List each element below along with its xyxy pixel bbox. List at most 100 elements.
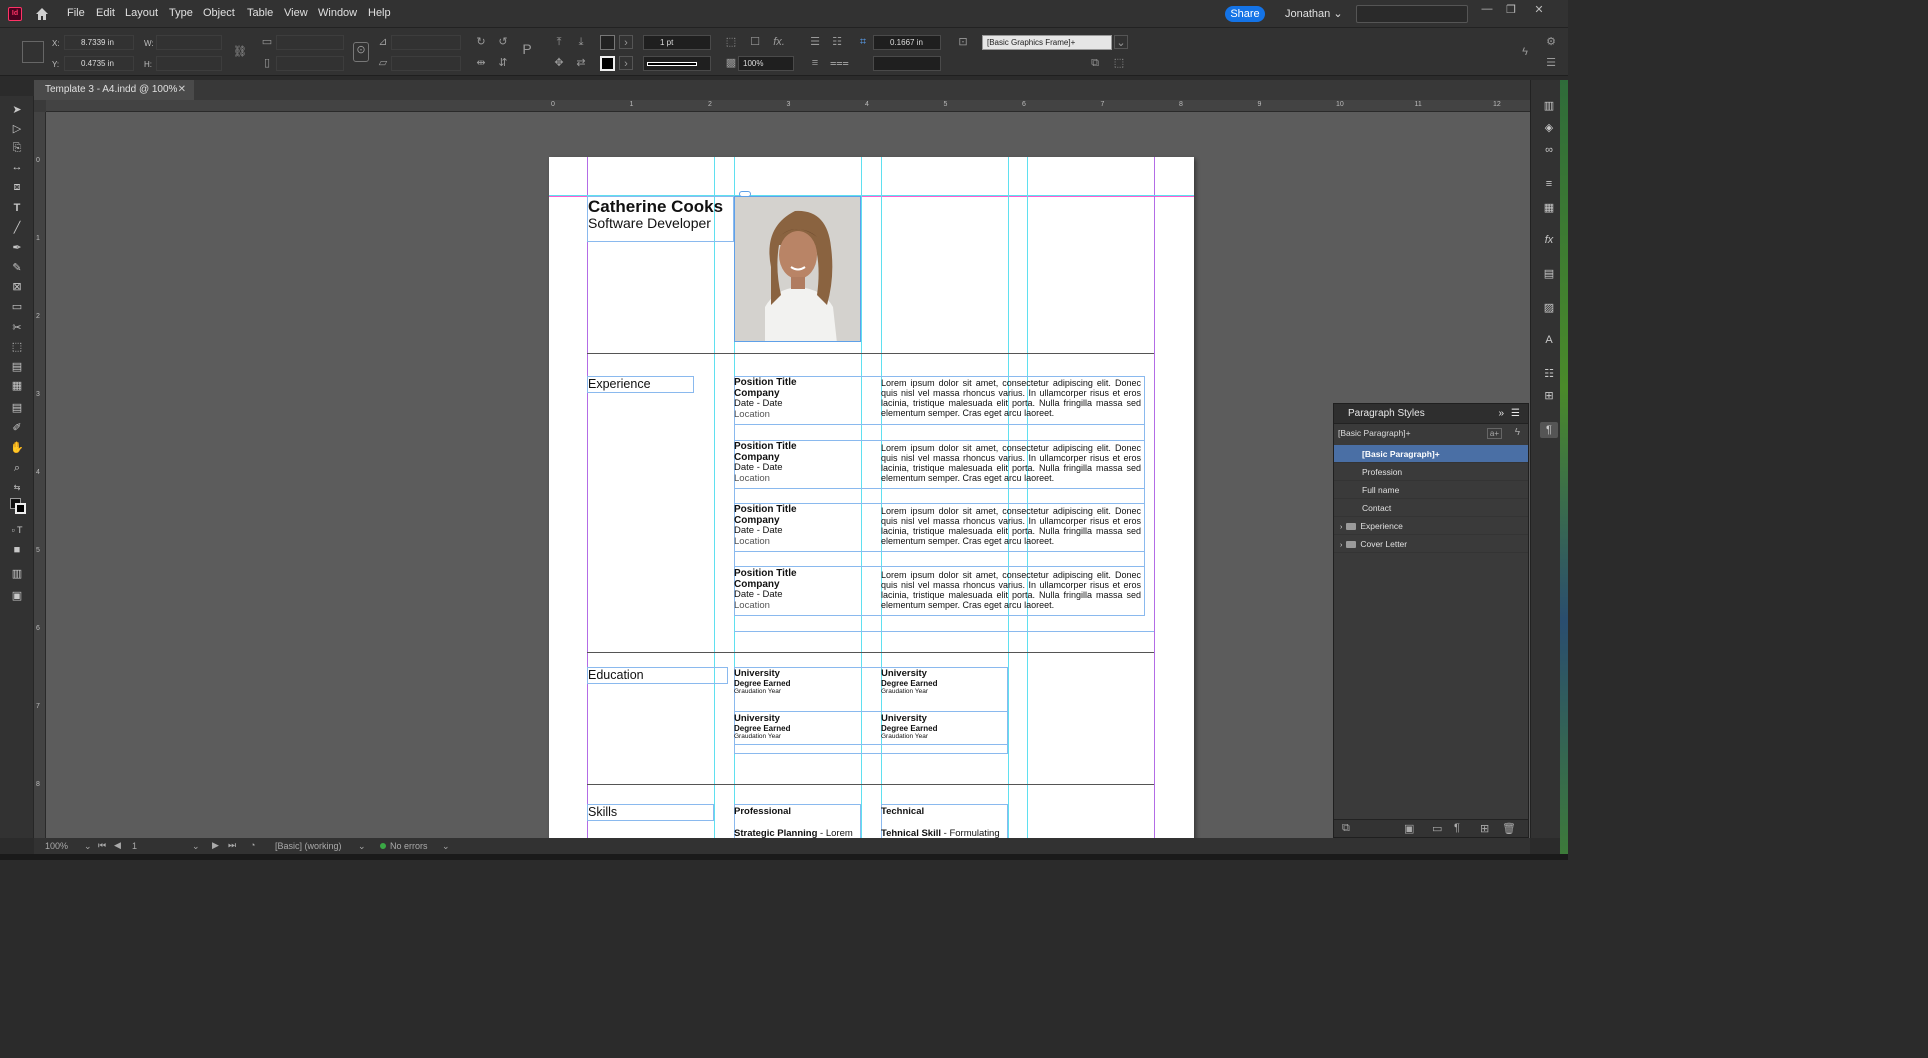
skill-item[interactable]: Tehnical Skill - Formulating [881, 828, 1000, 838]
link-scale-icon[interactable]: ⊙ [353, 42, 369, 62]
rectangle-frame-tool-icon[interactable]: ⊠ [8, 279, 26, 295]
text-wrap-panel-icon[interactable]: ▨ [1540, 300, 1558, 316]
scale-x-icon[interactable]: ▭ [260, 35, 274, 49]
page-number[interactable]: 1 [132, 841, 137, 851]
collapse-panel-icon[interactable]: » [1498, 404, 1504, 424]
scale-x-field[interactable] [276, 35, 344, 50]
fit-frame-icon[interactable]: ⬚ [724, 35, 738, 49]
prev-page-icon[interactable]: ◀ [114, 840, 121, 851]
hand-tool-icon[interactable]: ✋ [8, 440, 26, 456]
panel-menu-icon[interactable]: ☰ [1544, 56, 1558, 70]
eyedropper-tool-icon[interactable]: ✐ [8, 420, 26, 436]
search-input[interactable] [1356, 5, 1468, 23]
flip-horizontal-icon[interactable]: ⇹ [474, 56, 488, 70]
flip-vertical-icon[interactable]: ⇵ [496, 56, 510, 70]
frame-fitting-icon[interactable]: ⊡ [956, 35, 970, 49]
vertical-ruler[interactable]: 0 1 2 3 4 5 6 7 8 [34, 112, 46, 838]
menu-table[interactable]: Table [247, 7, 273, 19]
quick-apply-lightning-icon[interactable]: ϟ [1515, 427, 1520, 438]
content-collector-icon[interactable]: ⧈ [8, 179, 26, 195]
user-menu[interactable]: Jonathan ⌄ [1285, 7, 1343, 20]
object-style-dropdown-icon[interactable]: ⌄ [1114, 35, 1128, 49]
new-folder-icon[interactable]: ▭ [1432, 822, 1442, 835]
shear-angle-icon[interactable]: ▱ [376, 56, 390, 70]
links-panel-icon[interactable]: ∞ [1540, 142, 1558, 158]
education-heading[interactable]: Education [588, 668, 644, 682]
pencil-tool-icon[interactable]: ✎ [8, 260, 26, 276]
effects-panel-icon[interactable]: fx [1540, 232, 1558, 248]
reference-point-icon[interactable] [22, 41, 44, 63]
character-panel-icon[interactable]: A [1540, 332, 1558, 348]
preflight-profile[interactable]: [Basic] (working) [275, 841, 342, 851]
menu-file[interactable]: File [67, 7, 85, 19]
selection-tool-icon[interactable]: ➤ [8, 102, 26, 118]
style-profession[interactable]: Profession [1334, 463, 1528, 481]
pasteboard[interactable]: Catherine Cooks Software Developer Exper… [46, 112, 1530, 838]
education-entry[interactable]: University Degree Earned Graudation Year [881, 668, 937, 696]
align-center-icon[interactable]: ≡ [808, 56, 822, 70]
style-contact[interactable]: Contact [1334, 499, 1528, 517]
menu-help[interactable]: Help [368, 7, 391, 19]
rotate-cw-icon[interactable]: ↻ [474, 35, 488, 49]
table-panel-icon[interactable]: ⊞ [1540, 388, 1558, 404]
rotate-angle-field[interactable] [391, 35, 461, 50]
link-icon[interactable] [739, 191, 751, 197]
minimize-icon[interactable]: — [1478, 3, 1496, 17]
line-tool-icon[interactable]: ╱ [8, 220, 26, 236]
x-field[interactable]: 8.7339 in [64, 35, 134, 50]
style-group-icon[interactable]: ▣ [1404, 822, 1414, 835]
scale-y-field[interactable] [276, 56, 344, 71]
h-field[interactable] [156, 56, 222, 71]
screen-mode-icon[interactable]: ▥ [8, 566, 26, 582]
stroke-panel-icon[interactable]: ≡ [1540, 176, 1558, 192]
style-group-experience[interactable]: › Experience [1334, 517, 1528, 535]
delete-style-icon[interactable]: 🗑 [1502, 822, 1516, 835]
y-field[interactable]: 0.4735 in [64, 56, 134, 71]
gradient-swatch-tool-icon[interactable]: ▤ [8, 359, 26, 375]
effects-icon[interactable]: fx. [772, 35, 786, 49]
distribute-icon[interactable]: ☷ [830, 35, 844, 49]
chevron-down-icon[interactable]: ⌄ [358, 841, 366, 852]
note-tool-icon[interactable]: ▤ [8, 400, 26, 416]
free-transform-tool-icon[interactable]: ⬚ [8, 339, 26, 355]
opacity-icon[interactable]: ▩ [724, 56, 738, 70]
rectangle-tool-icon[interactable]: ▭ [8, 299, 26, 315]
rotate-angle-icon[interactable]: ⊿ [376, 35, 390, 49]
new-style-from-icon[interactable]: a+ [1486, 428, 1502, 439]
position-description[interactable]: Lorem ipsum dolor sit amet, consectetur … [881, 506, 1141, 546]
menu-window[interactable]: Window [318, 7, 357, 19]
select-previous-icon[interactable]: ✥ [552, 56, 566, 70]
apply-color-icon[interactable]: ■ [8, 542, 26, 558]
settings-icon[interactable]: ⚙ [1544, 35, 1558, 49]
page-tool-icon[interactable]: ⎘ [8, 140, 26, 156]
shear-angle-field[interactable] [391, 56, 461, 71]
menu-type[interactable]: Type [169, 7, 193, 19]
menu-object[interactable]: Object [203, 7, 235, 19]
profile-photo[interactable] [734, 196, 861, 342]
position-entry[interactable]: Position Title Company Date - Date Locat… [734, 568, 797, 611]
close-tab-icon[interactable]: ✕ [178, 80, 186, 100]
align-bottom-icon[interactable]: ⩶ [830, 56, 849, 70]
skills-heading[interactable]: Skills [588, 805, 617, 819]
type-tool-icon[interactable]: T [8, 200, 26, 216]
close-icon[interactable]: ✕ [1530, 3, 1548, 17]
select-content-icon[interactable]: ⤓ [574, 35, 588, 49]
layers-panel-icon[interactable]: ◈ [1540, 120, 1558, 136]
w-field[interactable] [156, 35, 222, 50]
rotate-ccw-icon[interactable]: ↺ [496, 35, 510, 49]
chevron-down-icon[interactable]: ⌄ [442, 841, 450, 852]
menu-view[interactable]: View [284, 7, 308, 19]
align-left-icon[interactable]: ☰ [808, 35, 822, 49]
fill-dropdown-icon[interactable]: › [619, 35, 633, 49]
pages-panel-icon[interactable]: ▥ [1540, 98, 1558, 114]
stroke-dropdown-icon[interactable]: › [619, 56, 633, 70]
education-entry[interactable]: University Degree Earned Graudation Year [734, 713, 790, 741]
object-style-select[interactable]: [Basic Graphics Frame]+ [982, 35, 1112, 50]
education-entry[interactable]: University Degree Earned Graudation Year [734, 668, 790, 696]
document-page[interactable]: Catherine Cooks Software Developer Exper… [549, 157, 1194, 838]
scissors-tool-icon[interactable]: ✂ [8, 320, 26, 336]
skills-professional-heading[interactable]: Professional [734, 806, 791, 817]
share-button[interactable]: Share [1225, 6, 1265, 22]
name-text-frame[interactable] [587, 196, 734, 242]
position-entry[interactable]: Position Title Company Date - Date Locat… [734, 504, 797, 547]
